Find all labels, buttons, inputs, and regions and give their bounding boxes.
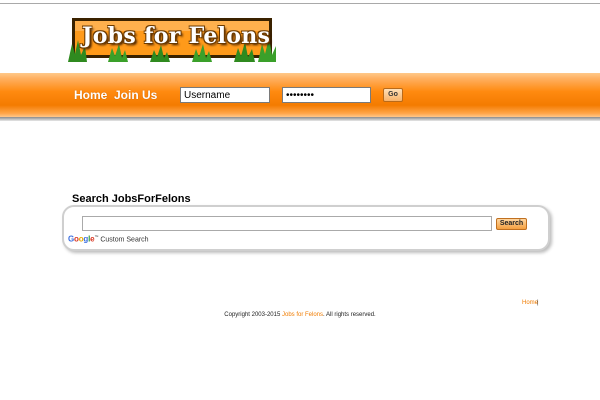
footer-home-link[interactable]: Home [522, 300, 538, 306]
footer-brand-link[interactable]: Jobs for Felons [282, 312, 323, 318]
logo-text: Jobs for Felons [82, 23, 271, 49]
password-input[interactable] [282, 87, 371, 103]
copyright-prefix: Copyright 2003-2015 [224, 312, 282, 318]
copyright-suffix: . All rights reserved. [323, 312, 376, 318]
copyright-text: Copyright 2003-2015 Jobs for Felons. All… [0, 312, 600, 318]
footer-separator: | [537, 300, 539, 306]
google-custom-search-branding: Google™ Custom Search [68, 234, 149, 244]
login-go-button[interactable]: Go [383, 88, 403, 102]
nav-join-link[interactable]: Join Us [114, 88, 157, 102]
nav-home-link[interactable]: Home [74, 88, 107, 102]
site-logo[interactable]: Jobs for Felons [68, 14, 276, 62]
top-divider [0, 3, 600, 4]
nav-bar-shadow [0, 117, 600, 121]
google-logo: Google [68, 234, 95, 244]
search-button[interactable]: Search [496, 218, 527, 230]
search-heading: Search JobsForFelons [72, 193, 191, 205]
username-input[interactable] [180, 87, 270, 103]
custom-search-label: Custom Search [100, 236, 149, 244]
search-input[interactable] [82, 216, 492, 231]
